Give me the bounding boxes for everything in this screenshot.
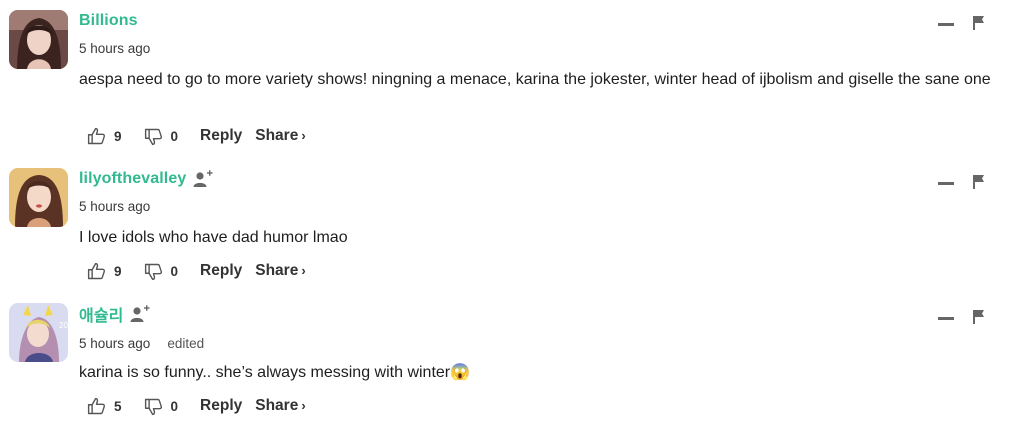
- avatar[interactable]: [9, 10, 68, 69]
- share-button[interactable]: Share ›: [255, 262, 305, 280]
- avatar[interactable]: 20: [9, 303, 68, 362]
- dislike-button[interactable]: 0: [143, 126, 179, 147]
- avatar[interactable]: [9, 168, 68, 227]
- scream-emoji: 😱: [450, 364, 471, 381]
- like-button[interactable]: 9: [86, 126, 122, 147]
- thumbs-up-icon: [87, 397, 106, 414]
- like-count: 9: [114, 263, 122, 279]
- chevron-right-icon: ›: [301, 128, 306, 143]
- share-label: Share: [255, 262, 299, 279]
- username[interactable]: Billions: [79, 12, 138, 30]
- chevron-right-icon: ›: [301, 398, 306, 413]
- share-button[interactable]: Share ›: [255, 127, 305, 145]
- dislike-count: 0: [170, 263, 179, 279]
- comment-meta: 5 hours ago: [79, 199, 150, 214]
- comment-text: aespa need to go to more variety shows! …: [79, 71, 991, 88]
- reply-button[interactable]: Reply: [200, 397, 242, 415]
- thumbs-down-icon: [144, 263, 162, 280]
- svg-text:20: 20: [59, 321, 68, 330]
- dislike-button[interactable]: 0: [143, 396, 179, 417]
- flag-icon[interactable]: [972, 174, 986, 190]
- minus-icon[interactable]: [938, 23, 954, 26]
- add-user-icon[interactable]: [193, 169, 213, 189]
- chevron-right-icon: ›: [301, 263, 306, 278]
- comment-actions: 5 0 Reply Share ›: [86, 394, 306, 418]
- thumbs-down-icon: [144, 398, 162, 415]
- dislike-count: 0: [170, 398, 179, 414]
- comment-meta: 5 hours ago edited: [79, 336, 204, 351]
- share-label: Share: [255, 127, 299, 144]
- edited-label: edited: [167, 336, 205, 351]
- comment-text: I love idols who have dad humor lmao: [79, 229, 348, 246]
- username[interactable]: lilyofthevalley: [79, 170, 186, 188]
- like-button[interactable]: 5: [86, 396, 122, 417]
- like-count: 5: [114, 398, 122, 414]
- username[interactable]: 애슐리: [79, 302, 123, 326]
- thumbs-up-icon: [87, 262, 106, 279]
- flag-icon[interactable]: [972, 15, 986, 31]
- comment-meta: 5 hours ago: [79, 41, 150, 56]
- timestamp: 5 hours ago: [79, 199, 151, 214]
- minus-icon[interactable]: [938, 317, 954, 320]
- share-button[interactable]: Share ›: [255, 397, 305, 415]
- timestamp: 5 hours ago: [79, 41, 151, 56]
- timestamp: 5 hours ago: [79, 336, 151, 351]
- comment-actions: 9 0 Reply Share ›: [86, 259, 306, 283]
- reply-button[interactable]: Reply: [200, 127, 242, 145]
- dislike-button[interactable]: 0: [143, 261, 179, 282]
- comment-text: karina is so funny.. she’s always messin…: [79, 360, 1014, 385]
- share-label: Share: [255, 397, 299, 414]
- thumbs-up-icon: [87, 127, 106, 144]
- comment-actions: 9 0 Reply Share ›: [86, 124, 306, 148]
- comment-text-content: karina is so funny.. she’s always messin…: [79, 364, 451, 381]
- dislike-count: 0: [170, 128, 179, 144]
- like-count: 9: [114, 128, 122, 144]
- minus-icon[interactable]: [938, 182, 954, 185]
- flag-icon[interactable]: [972, 309, 986, 325]
- add-user-icon[interactable]: [130, 304, 150, 324]
- thumbs-down-icon: [144, 128, 162, 145]
- reply-button[interactable]: Reply: [200, 262, 242, 280]
- like-button[interactable]: 9: [86, 261, 122, 282]
